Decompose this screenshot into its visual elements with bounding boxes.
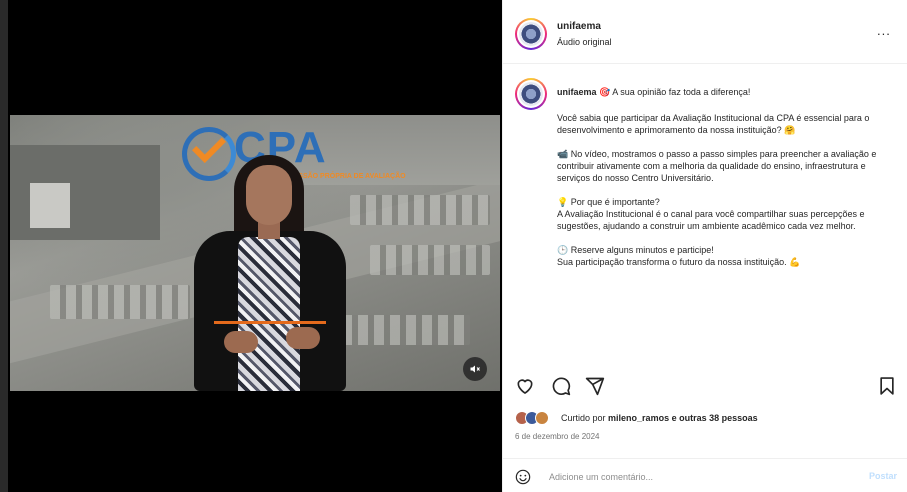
caption-area: unifaema 🎯 A sua opinião faz toda a dife… xyxy=(503,64,907,366)
caption-paragraph: Você sabia que participar da Avaliação I… xyxy=(557,113,870,135)
caption-paragraph: 🕒 Reserve alguns minutos e participe! Su… xyxy=(557,245,801,267)
liker-username[interactable]: mileno_ramos xyxy=(608,413,669,423)
comment-bar: Postar xyxy=(503,458,907,492)
post-comment-button[interactable]: Postar xyxy=(869,471,897,481)
video-bg-parking xyxy=(350,195,490,225)
author-username[interactable]: unifaema xyxy=(557,21,601,32)
likes-conjunction: e xyxy=(671,413,677,423)
liker-avatars[interactable] xyxy=(515,411,561,425)
mute-toggle-icon[interactable] xyxy=(463,357,487,381)
likes-row: Curtido por mileno_ramos e outras 38 pes… xyxy=(515,410,895,426)
post-date[interactable]: 6 de dezembro de 2024 xyxy=(515,432,600,441)
caption-header: unifaema 🎯 A sua opinião faz toda a dife… xyxy=(557,86,897,98)
avatar[interactable] xyxy=(515,78,547,110)
video-bg-building xyxy=(10,145,160,240)
likes-prefix: Curtido por xyxy=(561,413,606,423)
more-options-icon[interactable]: ... xyxy=(877,23,891,38)
post-details-panel: unifaema Áudio original ... unifaema 🎯 A… xyxy=(502,0,907,492)
presenter xyxy=(190,155,350,391)
post-header: unifaema Áudio original ... xyxy=(503,0,907,64)
video-bg-parking xyxy=(370,245,490,275)
target-emoji: 🎯 xyxy=(599,87,611,97)
emoji-icon[interactable] xyxy=(515,469,531,485)
audio-label[interactable]: Áudio original xyxy=(557,37,612,47)
comment-input[interactable] xyxy=(549,468,849,486)
likes-others-count[interactable]: outras 38 pessoas xyxy=(679,413,758,423)
heart-icon[interactable] xyxy=(515,376,535,396)
caption-body: Você sabia que participar da Avaliação I… xyxy=(557,112,887,280)
comment-icon[interactable] xyxy=(551,376,571,396)
bookmark-icon[interactable] xyxy=(877,376,897,396)
caption-username[interactable]: unifaema xyxy=(557,87,597,97)
caption-paragraph: 📹 No vídeo, mostramos o passo a passo si… xyxy=(557,149,877,183)
share-icon[interactable] xyxy=(585,376,605,396)
caption-headline: A sua opinião faz toda a diferença! xyxy=(612,87,751,97)
video-bg-parking xyxy=(50,285,190,319)
action-bar xyxy=(503,370,907,400)
post-media[interactable]: CPA COMISSÃO PRÓPRIA DE AVALIAÇÃO xyxy=(0,0,502,492)
video-player[interactable]: CPA COMISSÃO PRÓPRIA DE AVALIAÇÃO xyxy=(10,115,500,391)
likes-summary[interactable]: Curtido por mileno_ramos e outras 38 pes… xyxy=(561,413,758,423)
media-edge xyxy=(0,0,8,492)
caption-paragraph: 💡 Por que é importante? A Avaliação Inst… xyxy=(557,197,865,231)
avatar[interactable] xyxy=(515,18,547,50)
